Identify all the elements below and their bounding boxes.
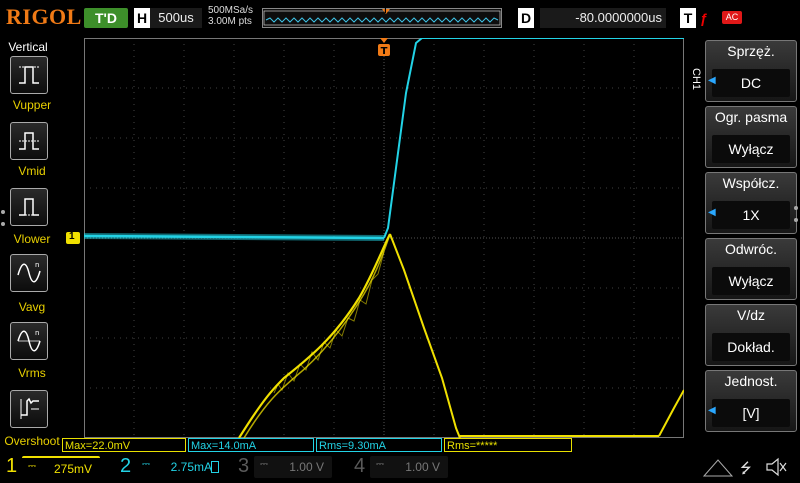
volts-div-value: Dokład. xyxy=(712,333,790,361)
sample-rate: 500MSa/s xyxy=(208,5,254,16)
acquisition-info: 500MSa/s 3.00M pts xyxy=(208,5,253,27)
ch1-scale[interactable]: ⎓ 275mV xyxy=(22,456,100,478)
trigger-badge: T xyxy=(680,8,696,28)
usb-icon: ⭍ xyxy=(740,460,752,476)
coupling-softkey[interactable]: Sprzęż. DC ◀ xyxy=(705,40,797,102)
probe-ratio-softkey[interactable]: Współcz. 1X ◀ xyxy=(705,172,797,234)
channel-menu-tab: CH1 xyxy=(690,68,702,91)
volts-div-title: V/dz xyxy=(736,307,765,323)
measurement-ch2-max[interactable]: Max=14.0mA xyxy=(188,438,314,452)
rotate-knob-icon: ◀ xyxy=(708,207,716,218)
rigol-logo: RIGOL xyxy=(6,4,82,29)
svg-text:n: n xyxy=(35,329,39,337)
unit-softkey[interactable]: Jednost. [V] ◀ xyxy=(705,370,797,432)
ch4-scale-value: 1.00 V xyxy=(405,460,440,474)
dc-coupling-icon: ⎓ xyxy=(260,459,268,470)
rotate-knob-icon: ◀ xyxy=(708,405,716,416)
memory-position-bar[interactable]: T xyxy=(262,6,502,28)
invert-value: Wyłącz xyxy=(712,267,790,295)
trigger-edge-icon: ƒ xyxy=(700,10,708,26)
delay-badge: D xyxy=(518,8,534,28)
ch2-scale-value: 2.75mA xyxy=(170,460,212,474)
overshoot-label: Overshoot xyxy=(4,434,60,448)
measurement-ch1-max[interactable]: Max=22.0mV xyxy=(62,438,186,452)
unit-value: [V] xyxy=(712,399,790,427)
svg-text:n: n xyxy=(35,261,39,269)
ch2-scale[interactable]: ⎓ 2.75mA xyxy=(138,456,220,478)
invert-softkey[interactable]: Odwróc. Wyłącz xyxy=(705,238,797,300)
bandwidth-limit-title: Ogr. pasma xyxy=(714,109,788,125)
coupling-title: Sprzęż. xyxy=(727,43,775,59)
vavg-button[interactable]: n xyxy=(10,254,48,292)
vrms-button[interactable]: n xyxy=(10,322,48,360)
timebase-badge: H xyxy=(134,8,150,28)
top-status-bar: RIGOL T'D H 500us 500MSa/s 3.00M pts T D… xyxy=(0,0,800,36)
dc-coupling-icon: ⎓ xyxy=(142,459,150,470)
menu-page-dot xyxy=(1,210,5,214)
run-status-badge[interactable]: T'D xyxy=(84,8,128,28)
bandwidth-limit-value: Wyłącz xyxy=(712,135,790,163)
vrms-icon: n xyxy=(17,329,41,352)
measurement-ch2-rms[interactable]: Rms=9.30mA xyxy=(316,438,442,452)
trigger-source-label[interactable]: AC xyxy=(722,11,742,24)
waveform-display[interactable]: T xyxy=(84,38,684,438)
menu-page-dot xyxy=(794,206,798,210)
ch4-scale[interactable]: ⎓ 1.00 V xyxy=(370,456,448,478)
dc-coupling-icon: ⎓ xyxy=(28,461,36,472)
ch4-number[interactable]: 4 xyxy=(354,452,365,480)
menu-page-dot xyxy=(1,222,5,226)
menu-title: Vertical xyxy=(8,40,48,54)
ch1-number[interactable]: 1 xyxy=(6,452,17,480)
vlower-button[interactable] xyxy=(10,188,48,226)
menu-page-dot xyxy=(794,218,798,222)
notification-tab[interactable] xyxy=(700,456,734,478)
ch3-scale-value: 1.00 V xyxy=(289,460,324,474)
memory-depth: 3.00M pts xyxy=(208,16,252,27)
probe-ratio-value: 1X xyxy=(712,201,790,229)
measurement-menu: Vertical Vupper Vmid Vlower n Vavg n Vrm… xyxy=(0,36,59,452)
trigger-tag-label: T xyxy=(381,46,388,57)
overshoot-button[interactable] xyxy=(10,390,48,428)
ch3-scale[interactable]: ⎓ 1.00 V xyxy=(254,456,332,478)
vmid-button[interactable] xyxy=(10,122,48,160)
rotate-knob-icon: ◀ xyxy=(708,75,716,86)
dc-coupling-icon: ⎓ xyxy=(376,459,384,470)
probe-ratio-title: Współcz. xyxy=(722,175,780,191)
vmid-icon xyxy=(19,132,39,150)
vupper-label: Vupper xyxy=(12,98,52,112)
ch2-number[interactable]: 2 xyxy=(120,452,131,480)
vavg-label: Vavg xyxy=(18,300,46,314)
volts-div-softkey[interactable]: V/dz Dokład. xyxy=(705,304,797,366)
overshoot-icon xyxy=(20,397,39,419)
ch1-ground-label: 1 xyxy=(69,231,75,242)
trigger-position-marker: T xyxy=(383,6,388,15)
current-probe-icon xyxy=(211,461,219,473)
vrms-label: Vrms xyxy=(18,366,46,380)
speaker-mute-icon[interactable] xyxy=(764,456,788,478)
timebase-value[interactable]: 500us xyxy=(150,8,202,28)
coupling-value: DC xyxy=(712,69,790,97)
vlower-label: Vlower xyxy=(13,232,51,246)
vupper-button[interactable] xyxy=(10,56,48,94)
measurement-ch1-rms[interactable]: Rms=***** xyxy=(444,438,572,452)
invert-title: Odwróc. xyxy=(724,241,778,257)
ch1-scale-value: 275mV xyxy=(53,462,92,476)
horizontal-delay-value[interactable]: -80.0000000us xyxy=(540,8,666,28)
vmid-label: Vmid xyxy=(18,164,46,178)
vupper-icon xyxy=(19,66,39,84)
unit-title: Jednost. xyxy=(724,373,778,389)
vlower-icon xyxy=(19,198,39,216)
ch1-ground-marker[interactable]: 1 xyxy=(66,231,80,244)
ch3-number[interactable]: 3 xyxy=(238,452,249,480)
bandwidth-limit-softkey[interactable]: Ogr. pasma Wyłącz xyxy=(705,106,797,168)
vavg-icon: n xyxy=(17,261,41,283)
